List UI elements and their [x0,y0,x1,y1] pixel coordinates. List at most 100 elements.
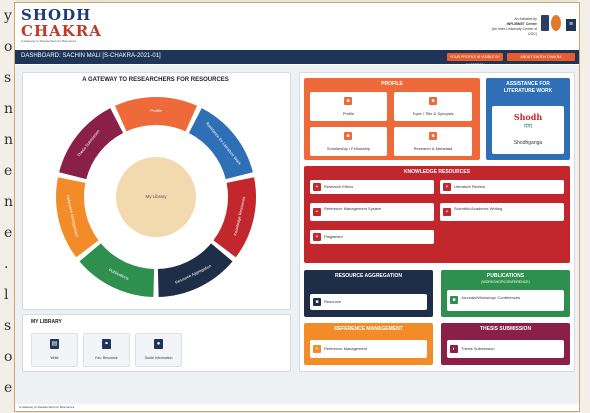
my-library-title: MY LIBRARY [31,319,62,325]
aggregation-panel: RESOURCE AGGREGATION ■ Resource [304,270,433,317]
background-letter: s [4,70,12,86]
plus-icon: + [443,208,451,216]
background-letter: e [4,380,13,396]
knowledge-panel: KNOWLEDGE RESOURCES + Research Ethics + … [304,166,570,263]
profile-item-label: Scholarship / Fellowship [326,146,371,151]
profile-item-label: Research & Metadata [413,146,453,151]
wheel-segment[interactable] [114,97,198,132]
gateway-wheel: ProfileAssistance for Literature WorkKno… [56,97,256,297]
background-letter: n [4,132,14,148]
thesis-panel: THESIS SUBMISSION ◐ Thesis Submission [441,323,570,365]
knowledge-item-plagiarism[interactable]: + Plagiarism [310,230,434,244]
shodhganga-link[interactable]: Shodh गंगा Shodhganga [492,106,564,154]
profile-visibility-button[interactable]: YOUR PROFILE IS VISIBLE BY INVITATION [447,53,503,67]
knowledge-item-label: Plagiarism [324,234,343,239]
my-library-item-label: Guide Information [144,356,173,360]
background-letter: e [4,225,13,241]
profile-item-label: Profile [342,111,355,116]
book-icon: ■ [450,296,458,304]
thesis-item-label: Thesis Submission [461,346,495,351]
knowledge-item-label: Literature Review [454,184,486,189]
thesis-panel-title: THESIS SUBMISSION [479,326,532,332]
background-letter: e [4,163,13,179]
user-icon: ■ [344,97,352,105]
about-shodhchakra-button[interactable]: ABOUT SHODH CHAKRA [507,53,575,61]
knowledge-item-label: Research Ethics [324,184,354,189]
initiative-text: An initiative by INFLIBNET Centre (An In… [485,17,537,37]
inflibnet-logo-icon [551,15,561,31]
background-letter: n [4,101,14,117]
file-icon: ▤ [50,339,59,349]
shodhganga-logo-text: Shodh [513,112,543,122]
shodhchakra-logo[interactable]: SHODH CHAKRA A Gateway to Researchers fo… [21,6,102,47]
publications-item-journals[interactable]: ■ Journals/Workshop/ Conferences [447,290,564,311]
network-icon: ■ [313,298,321,306]
my-library-item-label: Fav. Resource [95,356,118,360]
plus-icon: + [313,208,321,216]
knowledge-item-literature-review[interactable]: + Literature Review [440,180,564,194]
plus-icon: + [313,183,321,191]
app-footer: A Gateway to Researchers for Resources [15,404,579,411]
app-header: SHODH CHAKRA A Gateway to Researchers fo… [15,3,579,47]
profile-item-research[interactable]: ■ Research & Metadata [394,127,472,156]
refmgmt-item-label: Reference Management [324,346,367,351]
publications-item-label: Journals/Workshop/ Conferences [461,295,521,300]
footer-text: A Gateway to Researchers for Resources [19,405,75,409]
background-letter: o [4,349,13,365]
aggregation-item-resource[interactable]: ■ Resource [310,294,427,310]
assistance-panel: ASSISTANCE FOR LITERATURE WORK Shodh गंग… [486,78,570,160]
gateway-card: A GATEWAY TO RESEARCHERS FOR RESOURCES P… [22,72,291,310]
profile-item-profile[interactable]: ■ Profile [310,92,387,121]
refmgmt-item[interactable]: + Reference Management [310,340,427,358]
dashboard-user-label: DASHBOARD: SACHIN MALI [S-CHAKRA-2021-01… [21,53,161,59]
background-letter: y [4,8,12,24]
publications-panel-subtitle: (WORKSHOP/CONFERENCE) [481,280,530,284]
background-letter: s [4,318,12,334]
aggregation-item-label: Resource [324,299,342,304]
gateway-title: A GATEWAY TO RESEARCHERS FOR RESOURCES [82,77,229,83]
hamburger-icon[interactable]: ≡ [566,19,576,31]
background-letter: . [4,256,9,272]
plus-icon: + [313,233,321,241]
dashboard-bar: DASHBOARD: SACHIN MALI [S-CHAKRA-2021-01… [15,50,579,67]
plus-icon: + [443,183,451,191]
background-letter: l [4,287,9,303]
background-letter: n [4,194,14,210]
my-library-guide-info-button[interactable]: ● Guide Information [135,333,182,367]
wheel-segment-label: Profile [150,108,162,113]
profile-item-scholarship[interactable]: ■ Scholarship / Fellowship [310,127,387,156]
knowledge-item-label: Reference Management System [324,206,382,211]
profile-item-label: Topic / Title & Synopsis [412,111,454,116]
logo-top-text: SHODH [21,6,92,24]
profile-panel-title: PROFILE [381,81,403,87]
my-library-fav-resource-button[interactable]: ⚭ Fav. Resource [83,333,130,367]
profile-item-topic[interactable]: ■ Topic / Title & Synopsis [394,92,472,121]
user-icon: ● [154,339,163,349]
thesis-item[interactable]: ◐ Thesis Submission [447,340,564,358]
knowledge-item-research-ethics[interactable]: + Research Ethics [310,180,434,194]
my-library-write-button[interactable]: ▤ Write [31,333,78,367]
knowledge-item-reference-management[interactable]: + Reference Management System [310,203,434,221]
shodhganga-label: Shodhganga [513,140,543,146]
document-icon: ■ [429,97,437,105]
wheel-center-label: My Library [145,194,167,199]
logo-bottom-text: CHAKRA [21,22,102,40]
my-library-card: MY LIBRARY ▤ Write ⚭ Fav. Resource ● Gui… [22,314,291,372]
dashboard-main: A GATEWAY TO RESEARCHERS FOR RESOURCES P… [15,65,579,411]
knowledge-item-label: Scientific/Academic Writing [454,206,503,211]
knowledge-panel-title: KNOWLEDGE RESOURCES [403,169,471,175]
background-letter: o [4,39,13,55]
thesis-icon: ◐ [450,345,458,353]
publications-panel-title: PUBLICATIONS [486,273,525,279]
initiative-line: (An Inter-University Centre of UGC) [491,27,537,36]
refmgmt-panel-title: REFERENCE MANAGEMENT [334,326,403,332]
shodhchakra-window: SHODH CHAKRA A Gateway to Researchers fo… [14,2,580,412]
assistance-panel-title: ASSISTANCE FOR LITERATURE WORK [503,81,553,94]
resources-card: PROFILE ■ Profile ■ Topic / Title & Syno… [299,72,575,372]
shodhganga-logo-sub: गंगा [523,124,533,130]
aggregation-panel-title: RESOURCE AGGREGATION [335,273,402,279]
plus-icon: + [313,345,321,353]
knowledge-item-academic-writing[interactable]: + Scientific/Academic Writing [440,203,564,221]
profile-panel: PROFILE ■ Profile ■ Topic / Title & Syno… [304,78,480,160]
my-library-item-label: Write [50,356,59,360]
